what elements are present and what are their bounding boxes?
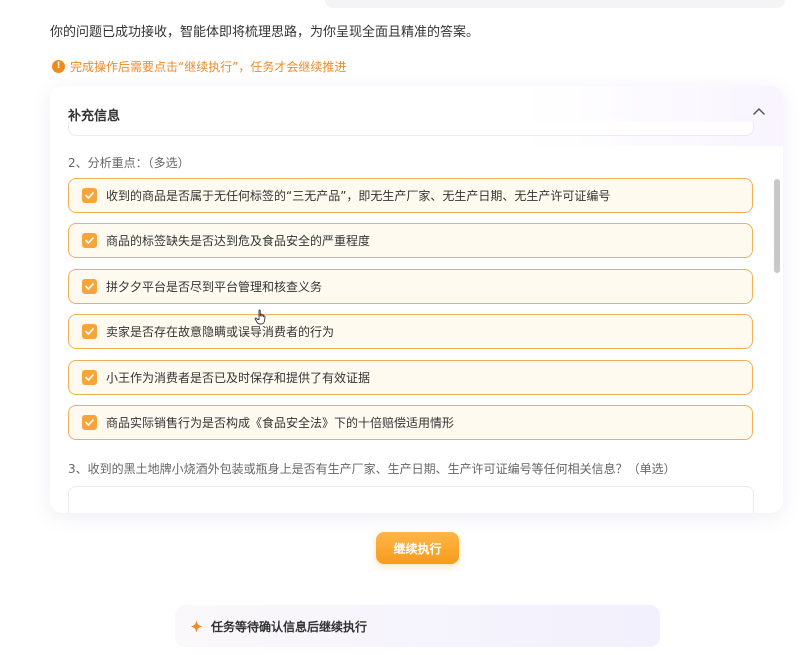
task-status-bar: 任务等待确认信息后继续执行 xyxy=(175,605,660,647)
supplement-info-panel: 补充信息 2、分析重点：（多选） 收到的商品是否属于无任何标签的“三无产品”，即… xyxy=(50,86,783,513)
option-1[interactable]: 收到的商品是否属于无任何标签的“三无产品”，即无生产厂家、无生产日期、无生产许可… xyxy=(68,178,753,213)
questions-scroll-area[interactable]: 2、分析重点：（多选） 收到的商品是否属于无任何标签的“三无产品”，即无生产厂家… xyxy=(50,142,783,513)
question-3-option-box[interactable] xyxy=(68,486,754,513)
notice-text: 完成操作后需要点击“继续执行”，任务才会继续推进 xyxy=(70,60,347,74)
checkbox-checked-icon[interactable] xyxy=(82,188,97,203)
option-2[interactable]: 商品的标签缺失是否达到危及食品安全的严重程度 xyxy=(68,223,753,258)
option-label: 收到的商品是否属于无任何标签的“三无产品”，即无生产厂家、无生产日期、无生产许可… xyxy=(106,189,611,203)
question-2-label: 2、分析重点：（多选） xyxy=(68,156,190,170)
question-3-label: 3、收到的黑土地牌小烧酒外包装或瓶身上是否有生产厂家、生产日期、生产许可证编号等… xyxy=(68,462,676,476)
checkbox-checked-icon[interactable] xyxy=(82,415,97,430)
option-label: 商品的标签缺失是否达到危及食品安全的严重程度 xyxy=(106,234,371,248)
previous-message-bubble xyxy=(325,0,785,8)
option-3[interactable]: 拼夕夕平台是否尽到平台管理和核查义务 xyxy=(68,269,753,304)
agent-intro-message: 你的问题已成功接收，智能体即将梳理思路，为你呈现全面且精准的答案。 xyxy=(50,25,480,40)
status-text: 任务等待确认信息后继续执行 xyxy=(211,619,368,634)
scrollbar-thumb[interactable] xyxy=(774,179,780,273)
checkbox-checked-icon[interactable] xyxy=(82,279,97,294)
option-label: 卖家是否存在故意隐瞒或误导消费者的行为 xyxy=(106,325,335,339)
hand-cursor-icon xyxy=(254,309,266,325)
checkbox-checked-icon[interactable] xyxy=(82,233,97,248)
checkbox-checked-icon[interactable] xyxy=(82,324,97,339)
option-6[interactable]: 商品实际销售行为是否构成《食品安全法》下的十倍赔偿适用情形 xyxy=(68,405,753,440)
option-5[interactable]: 小王作为消费者是否已及时保存和提供了有效证据 xyxy=(68,360,753,395)
option-label: 商品实际销售行为是否构成《食品安全法》下的十倍赔偿适用情形 xyxy=(106,416,455,430)
checkbox-checked-icon[interactable] xyxy=(82,370,97,385)
warning-circle-icon: ! xyxy=(52,60,65,73)
option-label: 小王作为消费者是否已及时保存和提供了有效证据 xyxy=(106,371,371,385)
option-4[interactable]: 卖家是否存在故意隐瞒或误导消费者的行为 xyxy=(68,314,753,349)
collapse-button[interactable] xyxy=(751,103,767,119)
sparkle-icon xyxy=(190,620,203,633)
continue-notice: ! 完成操作后需要点击“继续执行”，任务才会继续推进 xyxy=(52,58,346,75)
chevron-up-icon xyxy=(753,108,765,115)
option-label: 拼夕夕平台是否尽到平台管理和核查义务 xyxy=(106,280,323,294)
continue-button[interactable]: 继续执行 xyxy=(376,532,459,564)
previous-question-box xyxy=(68,122,754,136)
